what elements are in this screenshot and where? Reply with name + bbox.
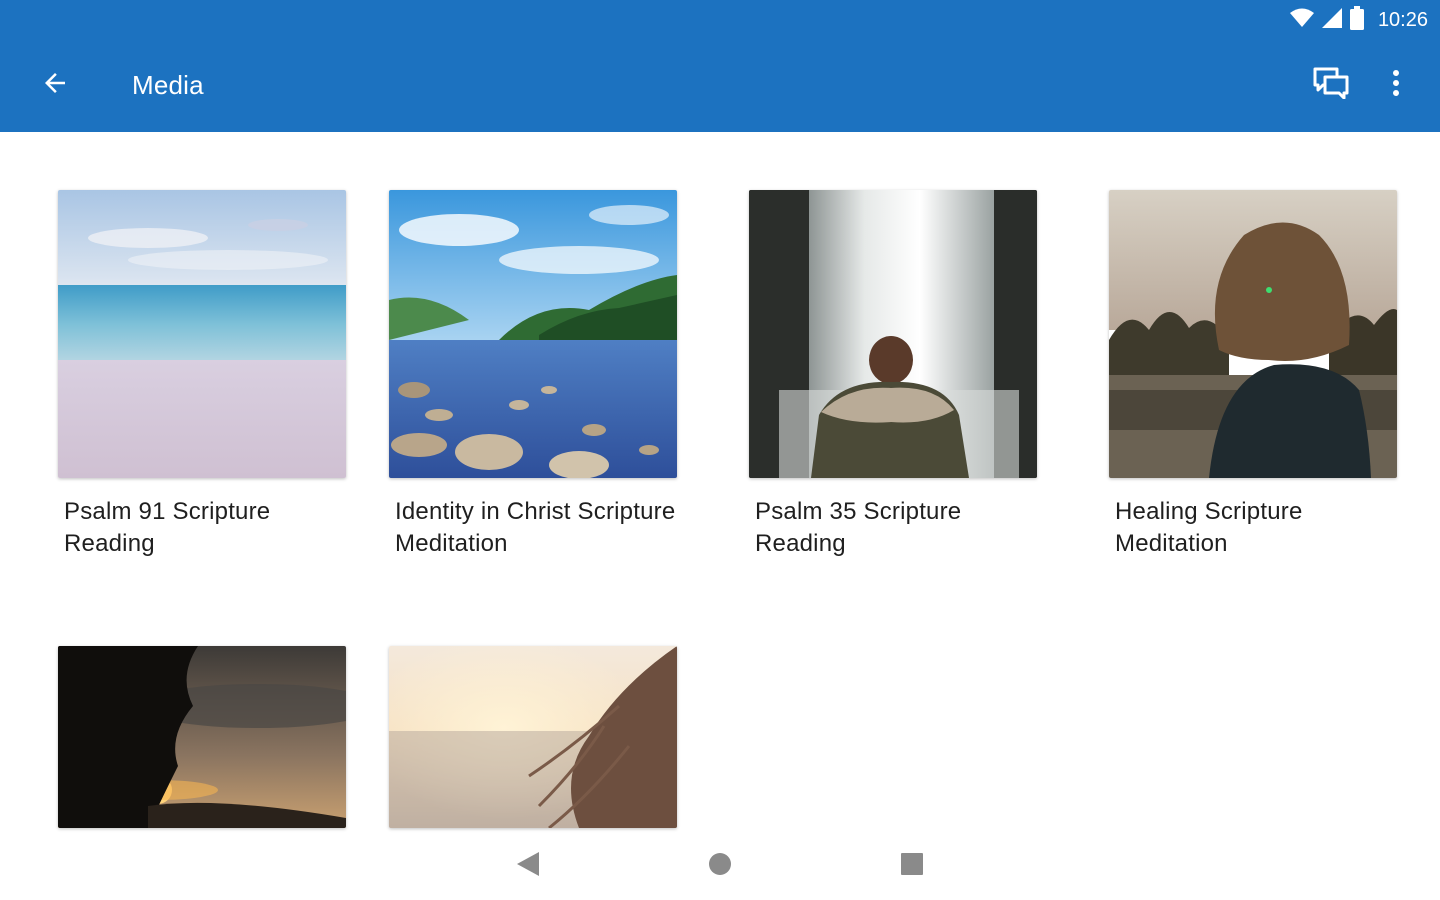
back-button[interactable] <box>30 60 80 110</box>
chat-bubbles-icon <box>1313 67 1349 104</box>
media-card-title: Identity in Christ Scripture Meditation <box>395 498 676 557</box>
nav-recents-button[interactable] <box>888 846 936 886</box>
nav-home-button[interactable] <box>696 846 744 886</box>
nav-back-icon <box>517 851 539 881</box>
media-card-psalm-35[interactable]: Psalm 35 Scripture Reading <box>749 190 1037 560</box>
media-card-title: Psalm 35 Scripture Reading <box>755 498 962 557</box>
media-card-title: Healing Scripture Meditation <box>1115 498 1303 557</box>
media-thumbnail <box>389 646 677 828</box>
media-thumbnail <box>58 190 346 478</box>
media-thumbnail <box>58 646 346 828</box>
media-card-psalm-91[interactable]: Psalm 91 Scripture Reading <box>58 190 346 560</box>
more-vert-icon <box>1392 69 1400 102</box>
media-card-title: Psalm 91 Scripture Reading <box>64 498 271 557</box>
media-card-identity-in-christ[interactable]: Identity in Christ Scripture Meditation <box>389 190 677 560</box>
media-card-6[interactable] <box>389 646 677 828</box>
status-bar: 10:26 <box>1289 5 1428 35</box>
battery-icon <box>1349 5 1364 35</box>
media-thumbnail <box>389 190 677 478</box>
cellular-signal-icon <box>1321 7 1342 33</box>
chat-button[interactable] <box>1306 62 1356 108</box>
nav-home-icon <box>708 852 732 881</box>
media-card-5[interactable] <box>58 646 346 828</box>
nav-recents-icon <box>901 852 923 880</box>
media-card-healing[interactable]: Healing Scripture Meditation <box>1109 190 1397 560</box>
more-options-button[interactable] <box>1376 62 1416 108</box>
status-time: 10:26 <box>1377 8 1428 31</box>
media-thumbnail <box>749 190 1037 478</box>
arrow-back-icon <box>40 68 70 103</box>
media-thumbnail <box>1109 190 1397 478</box>
toolbar: Media <box>0 50 1440 122</box>
page-title: Media <box>132 70 204 100</box>
system-nav-bar <box>0 832 1440 900</box>
nav-back-button[interactable] <box>504 846 552 886</box>
wifi-icon <box>1289 8 1314 33</box>
app-bar: 10:26 Media <box>0 0 1440 132</box>
